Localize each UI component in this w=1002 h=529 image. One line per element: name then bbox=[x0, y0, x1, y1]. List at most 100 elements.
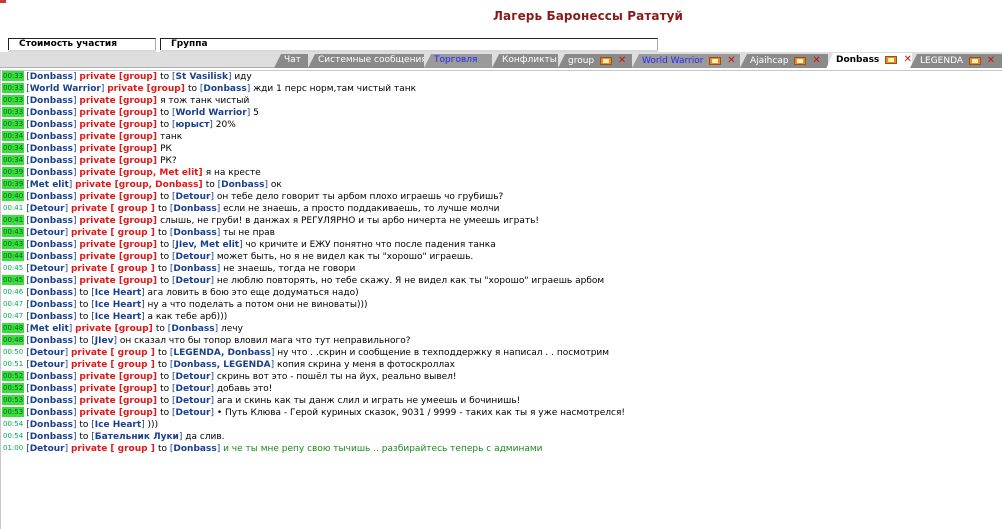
message-recipient[interactable]: Ice Heart bbox=[95, 288, 141, 298]
message-recipient[interactable]: Detour bbox=[176, 372, 211, 382]
chat-message: 00:43 [Donbass] private [group] to [JIev,… bbox=[2, 239, 496, 250]
message-recipient[interactable]: Donbass bbox=[173, 228, 216, 238]
message-sender[interactable]: Donbass bbox=[30, 168, 73, 178]
message-recipient[interactable]: Donbass bbox=[221, 180, 264, 190]
message-recipient[interactable]: LEGENDA, Donbass bbox=[173, 348, 270, 358]
close-icon[interactable]: ✕ bbox=[727, 54, 735, 67]
message-recipient[interactable]: Detour bbox=[176, 396, 211, 406]
tab-world-warrior[interactable]: World Warrior ✕ bbox=[632, 54, 740, 68]
message-recipient[interactable]: JIev, Met elit bbox=[176, 240, 240, 250]
message-timestamp: 00:40 bbox=[2, 191, 25, 201]
message-recipient[interactable]: Detour bbox=[176, 252, 211, 262]
close-icon[interactable]: ✕ bbox=[987, 54, 995, 67]
private-marker: private bbox=[79, 156, 116, 166]
message-sender[interactable]: Donbass bbox=[30, 276, 73, 286]
message-text: он сказал что бы топор вловил мага что т… bbox=[119, 336, 411, 346]
tab-trade[interactable]: Торговля bbox=[424, 54, 492, 68]
message-sender[interactable]: World Warrior bbox=[30, 84, 101, 94]
tab-ajaihcap[interactable]: Ajaihcap ✕ bbox=[740, 54, 828, 68]
message-sender[interactable]: Donbass bbox=[30, 408, 73, 418]
message-sender[interactable]: Detour bbox=[30, 264, 65, 274]
message-timestamp: 00:41 bbox=[2, 215, 25, 225]
message-sender[interactable]: Met elit bbox=[30, 180, 69, 190]
message-sender[interactable]: Donbass bbox=[30, 336, 73, 346]
message-sender[interactable]: Donbass bbox=[30, 372, 73, 382]
message-recipient[interactable]: Detour bbox=[176, 384, 211, 394]
message-recipient[interactable]: юрыст bbox=[176, 120, 210, 130]
message-sender[interactable]: Donbass bbox=[30, 96, 73, 106]
tab-system-messages[interactable]: Системные сообщения bbox=[308, 54, 424, 68]
message-recipient[interactable]: Donbass bbox=[173, 264, 216, 274]
message-sender[interactable]: Detour bbox=[30, 444, 65, 454]
message-sender[interactable]: Donbass bbox=[30, 288, 73, 298]
chat-message: 00:33 [Donbass] private [group] to [юрыст… bbox=[2, 119, 236, 130]
message-sender[interactable]: Donbass bbox=[30, 252, 73, 262]
chat-message: 00:47 [Donbass] to [Ice Heart] а как тебе… bbox=[3, 312, 228, 322]
message-sender[interactable]: Donbass bbox=[30, 72, 73, 82]
tab-donbass[interactable]: Donbass ✕ bbox=[826, 53, 912, 69]
message-recipient[interactable]: Donbass bbox=[173, 444, 216, 454]
message-sender[interactable]: Donbass bbox=[30, 432, 73, 442]
message-text: ну что . .скрин и сообщение в техподдерж… bbox=[277, 348, 610, 358]
message-sender[interactable]: Donbass bbox=[30, 240, 73, 250]
message-text: РК? bbox=[160, 156, 177, 166]
message-recipient[interactable]: Ice Heart bbox=[95, 312, 141, 322]
message-recipient[interactable]: Donbass bbox=[203, 84, 246, 94]
message-timestamp: 00:52 bbox=[2, 371, 25, 381]
subtab-group[interactable]: Группа bbox=[160, 38, 658, 52]
message-sender[interactable]: Detour bbox=[30, 360, 65, 370]
private-marker: private bbox=[79, 144, 116, 154]
message-sender[interactable]: Donbass bbox=[30, 384, 73, 394]
message-recipient[interactable]: Detour bbox=[176, 276, 211, 286]
message-recipient[interactable]: Ice Heart bbox=[95, 300, 141, 310]
message-recipient[interactable]: JIev bbox=[95, 336, 114, 346]
private-marker: private bbox=[70, 360, 108, 370]
message-recipient[interactable]: Donbass, LEGENDA bbox=[173, 360, 270, 370]
message-sender[interactable]: Donbass bbox=[30, 420, 73, 430]
chat-message: 00:33 [Donbass] private [group] to [World… bbox=[2, 107, 259, 118]
message-sender[interactable]: Donbass bbox=[30, 132, 73, 142]
close-icon[interactable]: ✕ bbox=[618, 54, 626, 67]
subtab-cost-label: Стоимость участия bbox=[19, 39, 117, 49]
message-sender[interactable]: Donbass bbox=[30, 192, 73, 202]
to-word: to bbox=[157, 204, 168, 214]
message-sender[interactable]: Detour bbox=[30, 204, 65, 214]
tab-conflicts[interactable]: Конфликты bbox=[492, 54, 558, 68]
message-sender[interactable]: Donbass bbox=[30, 216, 73, 226]
message-recipient[interactable]: Ice Heart bbox=[95, 420, 141, 430]
window-header: Лагерь Баронессы Рататуй Стоимость участ… bbox=[0, 0, 1002, 52]
message-recipient[interactable]: Detour bbox=[176, 408, 211, 418]
message-recipient[interactable]: Detour bbox=[176, 192, 211, 202]
close-icon[interactable]: ✕ bbox=[904, 53, 912, 66]
message-recipient[interactable]: Donbass bbox=[171, 324, 214, 334]
message-sender[interactable]: Met elit bbox=[30, 324, 69, 334]
chat-message: 00:46 [Donbass] to [Ice Heart] ага ловить… bbox=[3, 288, 359, 298]
window-title: Лагерь Баронессы Рататуй bbox=[492, 9, 684, 23]
private-marker: private bbox=[79, 240, 116, 250]
tab-group[interactable]: group ✕ bbox=[558, 54, 632, 68]
message-timestamp: 00:33 bbox=[2, 119, 25, 129]
message-sender[interactable]: Detour bbox=[30, 348, 65, 358]
message-sender[interactable]: Detour bbox=[30, 228, 65, 238]
private-channel: group bbox=[114, 444, 151, 454]
message-sender[interactable]: Donbass bbox=[30, 108, 73, 118]
message-sender[interactable]: Donbass bbox=[30, 300, 73, 310]
message-sender[interactable]: Donbass bbox=[30, 312, 73, 322]
close-icon[interactable]: ✕ bbox=[812, 54, 820, 67]
message-timestamp: 00:34 bbox=[2, 131, 25, 141]
message-sender[interactable]: Donbass bbox=[30, 120, 73, 130]
message-sender[interactable]: Donbass bbox=[30, 144, 73, 154]
tab-legenda[interactable]: LEGENDA ✕ bbox=[910, 54, 1002, 68]
private-marker: private bbox=[75, 180, 112, 190]
message-recipient[interactable]: Donbass bbox=[173, 204, 216, 214]
message-text: скринь вот это - пошёл ты на йух, реальн… bbox=[216, 372, 457, 382]
subtab-cost[interactable]: Стоимость участия bbox=[8, 38, 156, 52]
message-recipient[interactable]: World Warrior bbox=[176, 108, 247, 118]
private-marker: private bbox=[79, 96, 116, 106]
tab-chat[interactable]: Чат bbox=[274, 54, 308, 68]
message-recipient[interactable]: Ба­тельник Луки bbox=[95, 432, 179, 442]
chat-message: 00:44 [Donbass] private [group] to [Detou… bbox=[2, 251, 474, 262]
message-sender[interactable]: Donbass bbox=[30, 396, 73, 406]
message-recipient[interactable]: St Vasilisk bbox=[176, 72, 228, 82]
message-sender[interactable]: Donbass bbox=[30, 156, 73, 166]
